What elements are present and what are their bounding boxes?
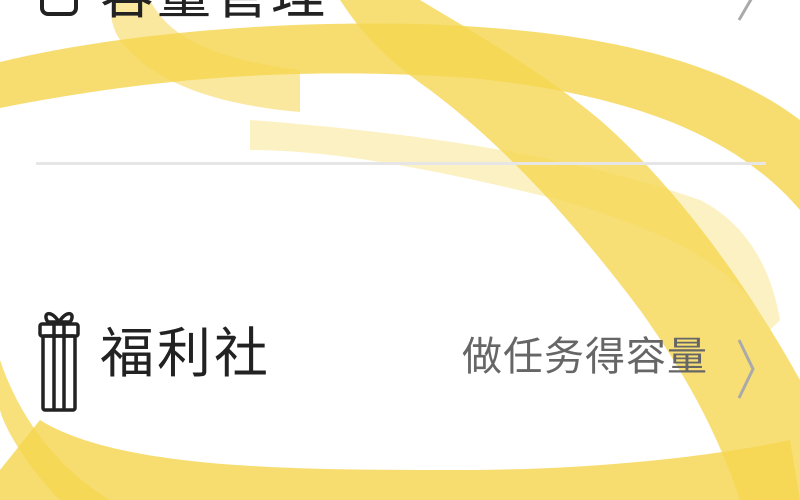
menu-item-hint: 做任务得容量 — [462, 334, 708, 380]
gift-icon — [36, 300, 82, 424]
box-icon — [36, 0, 82, 42]
chevron-right-icon — [734, 0, 758, 30]
settings-page: 容量管理 福利社 做任务得容量 — [0, 0, 800, 500]
menu-item-storage-manage[interactable]: 容量管理 — [0, 0, 800, 42]
highlighter-annotation — [0, 0, 800, 500]
divider — [36, 162, 766, 165]
menu-item-title: 容量管理 — [100, 0, 328, 22]
menu-item-welfare[interactable]: 福利社 做任务得容量 — [0, 300, 800, 420]
menu-item-title: 福利社 — [100, 322, 271, 385]
chevron-right-icon — [734, 334, 758, 408]
